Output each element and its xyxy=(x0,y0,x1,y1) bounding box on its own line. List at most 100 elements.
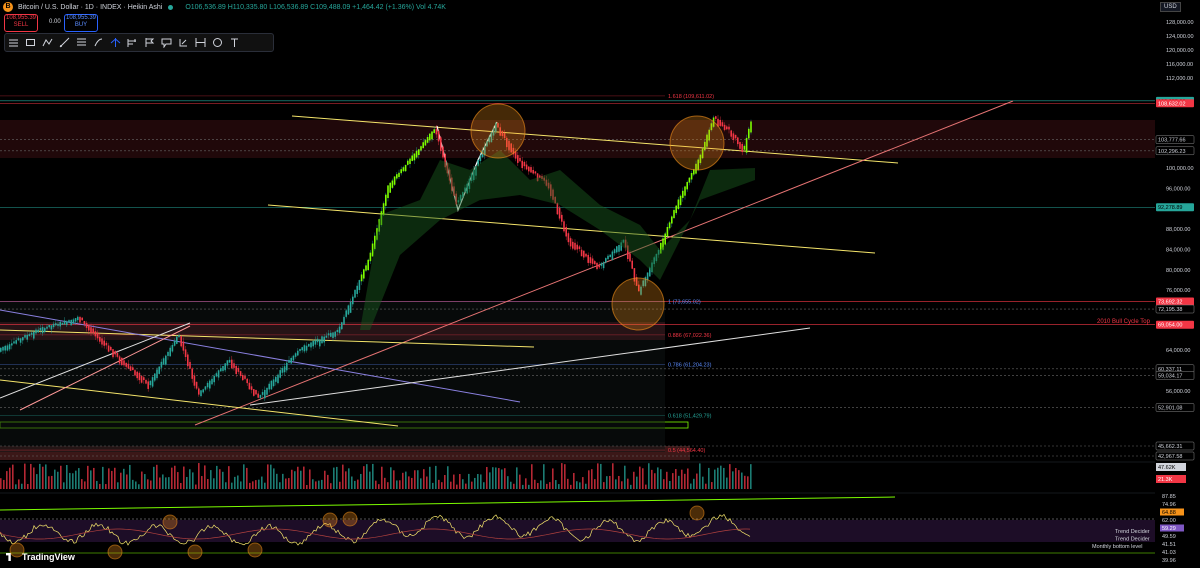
volume-bar xyxy=(321,479,323,489)
candle xyxy=(600,263,603,266)
volume-bar xyxy=(699,463,701,489)
callout-tool-button[interactable] xyxy=(159,35,175,50)
cycle-tool-button[interactable] xyxy=(210,35,226,50)
volume-bar xyxy=(714,469,716,489)
volume-bar xyxy=(183,466,185,489)
candle xyxy=(2,346,4,351)
rsi-highlight-circle xyxy=(162,514,178,530)
candle xyxy=(8,344,11,350)
volume-bar xyxy=(72,473,74,489)
osc-tag: 87.85 xyxy=(1162,494,1176,500)
candle xyxy=(534,171,537,174)
fib-tool-button[interactable] xyxy=(74,35,90,50)
volume-bar xyxy=(261,476,263,489)
volume-bar xyxy=(0,478,2,489)
currency-selector[interactable]: USD xyxy=(1160,2,1181,12)
candle xyxy=(442,146,444,158)
volume-bar xyxy=(402,472,404,489)
candle xyxy=(521,160,523,169)
volume-bar xyxy=(555,480,557,489)
candle xyxy=(217,370,220,378)
price-tick: 64,000.00 xyxy=(1166,348,1190,354)
pitchfork-tool-button[interactable] xyxy=(108,35,124,50)
volume-bar xyxy=(369,471,371,489)
volume-bar xyxy=(639,466,641,489)
date-range-tool-button[interactable] xyxy=(193,35,209,50)
sell-button[interactable]: 108,955.39 SELL xyxy=(4,14,38,32)
volume-bar xyxy=(489,472,491,489)
candle xyxy=(411,155,413,161)
price-tag: 72,195.38 xyxy=(1158,307,1182,313)
text-tool-button[interactable] xyxy=(227,35,243,50)
candle xyxy=(33,331,35,339)
osc-tag: 64.88 xyxy=(1162,510,1176,516)
ohlc-values: O106,536.89 H110,335.80 L106,536.89 C109… xyxy=(185,3,446,11)
osc-tag: 74.96 xyxy=(1162,502,1176,508)
rectangle-tool-button[interactable] xyxy=(23,35,39,50)
symbol-header: B Bitcoin / U.S. Dollar · 1D · INDEX · H… xyxy=(0,0,1160,14)
volume-bar xyxy=(162,474,164,489)
sell-label: SELL xyxy=(13,22,29,28)
volume-bar xyxy=(198,463,200,489)
candle xyxy=(363,269,365,279)
forecast-tool-button[interactable] xyxy=(125,35,141,50)
candle xyxy=(578,246,581,249)
bitcoin-logo-icon: B xyxy=(3,2,13,12)
hamburger-tool-button[interactable] xyxy=(6,35,22,50)
candle xyxy=(556,202,559,215)
brush-tool-button[interactable] xyxy=(91,35,107,50)
volume-bar xyxy=(534,479,536,489)
volume-bar xyxy=(171,467,173,489)
candle xyxy=(602,262,605,269)
flag-tool-button[interactable] xyxy=(142,35,158,50)
volume-bar xyxy=(153,466,155,489)
volume-bar xyxy=(249,482,251,489)
volume-bar xyxy=(120,472,122,489)
volume-bar xyxy=(465,483,467,489)
candle xyxy=(74,318,77,322)
buy-button[interactable]: 108,955.39 BUY xyxy=(64,14,98,32)
volume-bar xyxy=(282,473,284,489)
candle xyxy=(303,345,306,352)
volume-bar xyxy=(672,473,674,489)
trendline-icon xyxy=(59,37,70,48)
candle xyxy=(143,377,145,381)
candle xyxy=(583,250,585,258)
symbol-title[interactable]: Bitcoin / U.S. Dollar · 1D · INDEX · Hei… xyxy=(18,4,162,11)
volume-bar xyxy=(546,483,548,489)
candle xyxy=(286,362,288,371)
volume-bar xyxy=(24,463,26,489)
chart-canvas[interactable]: 1.618 (109,611.02) 1 (73,655.02) 0.886 (67… xyxy=(0,0,1200,568)
candle xyxy=(558,207,561,219)
tradingview-brand[interactable]: TradingView xyxy=(6,552,75,562)
volume-bar xyxy=(57,471,59,489)
candle xyxy=(611,251,614,260)
volume-bar xyxy=(21,483,23,489)
path-tool-button[interactable] xyxy=(40,35,56,50)
highlight-circle xyxy=(611,277,665,331)
candle xyxy=(145,379,147,384)
candle xyxy=(580,249,583,257)
candle xyxy=(165,355,167,365)
candle xyxy=(48,324,50,328)
price-range-icon xyxy=(179,39,187,47)
price-tag: 52,901.08 xyxy=(1158,405,1182,411)
candle xyxy=(690,172,693,180)
candle xyxy=(250,386,253,390)
price-tick: 88,000.00 xyxy=(1166,227,1190,233)
candle xyxy=(255,389,257,395)
candle xyxy=(191,368,193,379)
candle xyxy=(721,122,724,127)
volume-bar xyxy=(414,470,416,489)
cycle-icon xyxy=(213,38,222,47)
trendline-tool-button[interactable] xyxy=(57,35,73,50)
volume-bar xyxy=(696,473,698,489)
volume-bar xyxy=(735,468,737,489)
candle xyxy=(325,335,328,338)
candle xyxy=(517,155,519,163)
flag-icon xyxy=(145,38,155,47)
price-range-tool-button[interactable] xyxy=(176,35,192,50)
volume-bar xyxy=(174,465,176,489)
callout-icon xyxy=(161,38,172,48)
candle xyxy=(13,341,15,344)
